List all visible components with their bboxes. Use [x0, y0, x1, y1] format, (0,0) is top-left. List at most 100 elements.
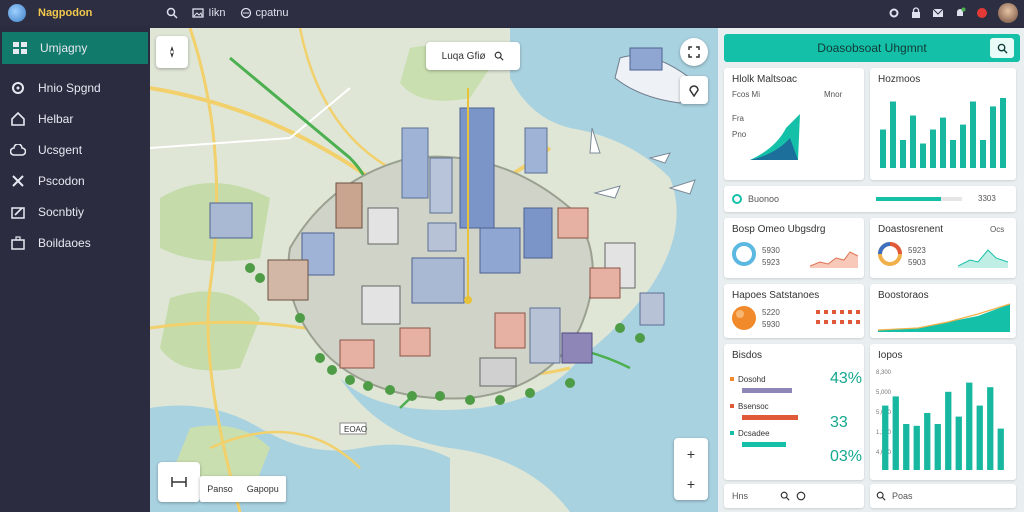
area-trend-chart [878, 303, 1010, 332]
map-bottom-tabs: Panso Gapopu [200, 476, 286, 502]
card-metrics[interactable]: Hlolk Maltsoac Fcos Mi Mnor Fra Pno [724, 68, 864, 180]
sidebar-item-pscodon[interactable]: Pscodon [0, 165, 150, 196]
card-title: Hlolk Maltsoac [732, 74, 798, 85]
map-canvas[interactable]: EOAO [150, 28, 718, 512]
list-bar [742, 415, 798, 420]
bar [980, 140, 986, 168]
map-compass-button[interactable] [156, 36, 188, 68]
card-orb[interactable]: Hapoes Satstanoes 5220 5930 [724, 284, 864, 338]
list-bar [742, 442, 786, 447]
card-title: Hapoes Satstanoes [732, 290, 820, 301]
donut-chart [732, 242, 756, 266]
sidebar-item-umjagny[interactable]: Umjagny [2, 32, 148, 64]
card-donut-2[interactable]: Doastosrenent Ocs 5923 5903 [870, 218, 1016, 278]
notification-icon[interactable] [954, 7, 966, 19]
value-1: 5930 [762, 246, 780, 255]
bar-chart [882, 382, 1004, 470]
list-item-label: Bsensoc [738, 401, 769, 411]
sidebar-item-ucsgent[interactable]: Ucsgent [0, 134, 150, 165]
card-list[interactable]: Bisdos Dosohd Bsensoc Dcsadee 43% 33 03% [724, 344, 864, 480]
compass-icon [170, 46, 174, 58]
panel-title: Doasobsoat Uhgmnt [817, 41, 927, 55]
zoom-out-button[interactable]: + [687, 476, 695, 492]
big-value-3: 03% [830, 448, 863, 465]
bar [930, 129, 936, 168]
value-1: 5220 [762, 308, 780, 317]
link-icon [240, 7, 251, 19]
card-donut-1[interactable]: Bosp Omeo Ubgsdrg 5930 5923 [724, 218, 864, 278]
footer-card-1[interactable]: Hns [724, 484, 864, 508]
globe-logo-icon[interactable] [8, 4, 26, 22]
panel-search-button[interactable] [990, 38, 1014, 58]
card-title: Bosp Omeo Ubgsdrg [732, 224, 826, 235]
map-layer-button[interactable] [158, 462, 200, 502]
sidebar-item-label: Umjagny [40, 41, 88, 55]
image-label: Iikn [208, 7, 226, 19]
big-value-2: 33 [830, 414, 848, 431]
card-title: Iopos [878, 350, 903, 361]
zoom-in-button[interactable]: + [687, 446, 695, 462]
bar [890, 101, 896, 168]
sidebar-item-socnbtiy[interactable]: Socnbtiy [0, 196, 150, 227]
link-label: cpatnu [255, 7, 289, 19]
link-button[interactable]: cpatnu [240, 7, 289, 19]
list-item[interactable]: Dcsadee [730, 424, 798, 442]
settings-icon[interactable] [888, 7, 900, 19]
search-icon[interactable] [876, 491, 886, 501]
city-map[interactable]: EOAO Luqa Gfiø + + Panso Gapopu [150, 28, 718, 512]
bar [882, 405, 889, 470]
mail-icon[interactable] [932, 7, 944, 19]
home-icon [10, 111, 26, 126]
image-button[interactable]: Iikn [192, 7, 226, 19]
search-button[interactable] [166, 7, 178, 19]
image-icon [192, 8, 205, 18]
bar [913, 425, 920, 470]
value-1: 5923 [908, 246, 926, 255]
banner-label: Buonoo [748, 194, 780, 204]
bar [990, 106, 996, 168]
alert-icon[interactable] [976, 7, 988, 19]
map-tab-1[interactable]: Panso [207, 484, 233, 494]
sidebar-item-helbar[interactable]: Helbar [0, 103, 150, 134]
bar [910, 115, 916, 168]
avatar[interactable] [998, 3, 1018, 23]
search-icon [997, 43, 1008, 54]
progress-banner[interactable]: Buonoo 3303 [724, 186, 1016, 212]
bar [880, 129, 886, 168]
card-badge: Ocs [990, 225, 1005, 234]
circle-icon[interactable] [796, 491, 806, 501]
sidebar-item-label: Pscodon [38, 173, 85, 188]
card-title: Doastosrenent [878, 224, 944, 235]
footer-card-2[interactable]: Poas [870, 484, 1016, 508]
list-item[interactable]: Bsensoc [730, 397, 798, 415]
legend-b: Mnor [824, 90, 843, 99]
search-icon[interactable] [780, 491, 790, 501]
analytics-panel: Doasobsoat Uhgmnt Hlolk Maltsoac Fcos Mi… [718, 28, 1024, 512]
sparkline [958, 249, 1008, 268]
sidebar: Umjagny Hnio Spgnd Helbar Ucsgent Pscodo… [0, 26, 150, 512]
bar [940, 117, 946, 168]
big-value-1: 43% [830, 370, 863, 387]
sidebar-item-boildaoes[interactable]: Boildaoes [0, 227, 150, 258]
map-locate-button[interactable] [680, 76, 708, 104]
map-tab-2[interactable]: Gapopu [247, 484, 279, 494]
bar [924, 413, 931, 470]
bar [945, 391, 952, 470]
card-title: Boostoraos [878, 290, 929, 301]
banner-progress-fill [876, 197, 941, 201]
lock-icon[interactable] [910, 7, 922, 19]
list-item[interactable]: Dosohd [730, 370, 798, 388]
bar [997, 428, 1004, 470]
card-area-trend[interactable]: Boostoraos [870, 284, 1016, 338]
bar [976, 405, 983, 470]
map-search-box[interactable]: Luqa Gfiø [426, 42, 520, 70]
card-bar-chart[interactable]: Hozmoos [870, 68, 1016, 180]
card-bar-chart-2[interactable]: Iopos 8,300 5,000 5,000 1,100 4,000 [870, 344, 1016, 480]
dot-grid [816, 310, 860, 324]
bar [900, 140, 906, 168]
briefcase-icon [10, 235, 26, 250]
map-fullscreen-button[interactable] [680, 38, 708, 66]
sidebar-item-hnio-spgnd[interactable]: Hnio Spgnd [0, 72, 150, 103]
bar [960, 124, 966, 168]
list-item-label: Dosohd [738, 374, 766, 384]
